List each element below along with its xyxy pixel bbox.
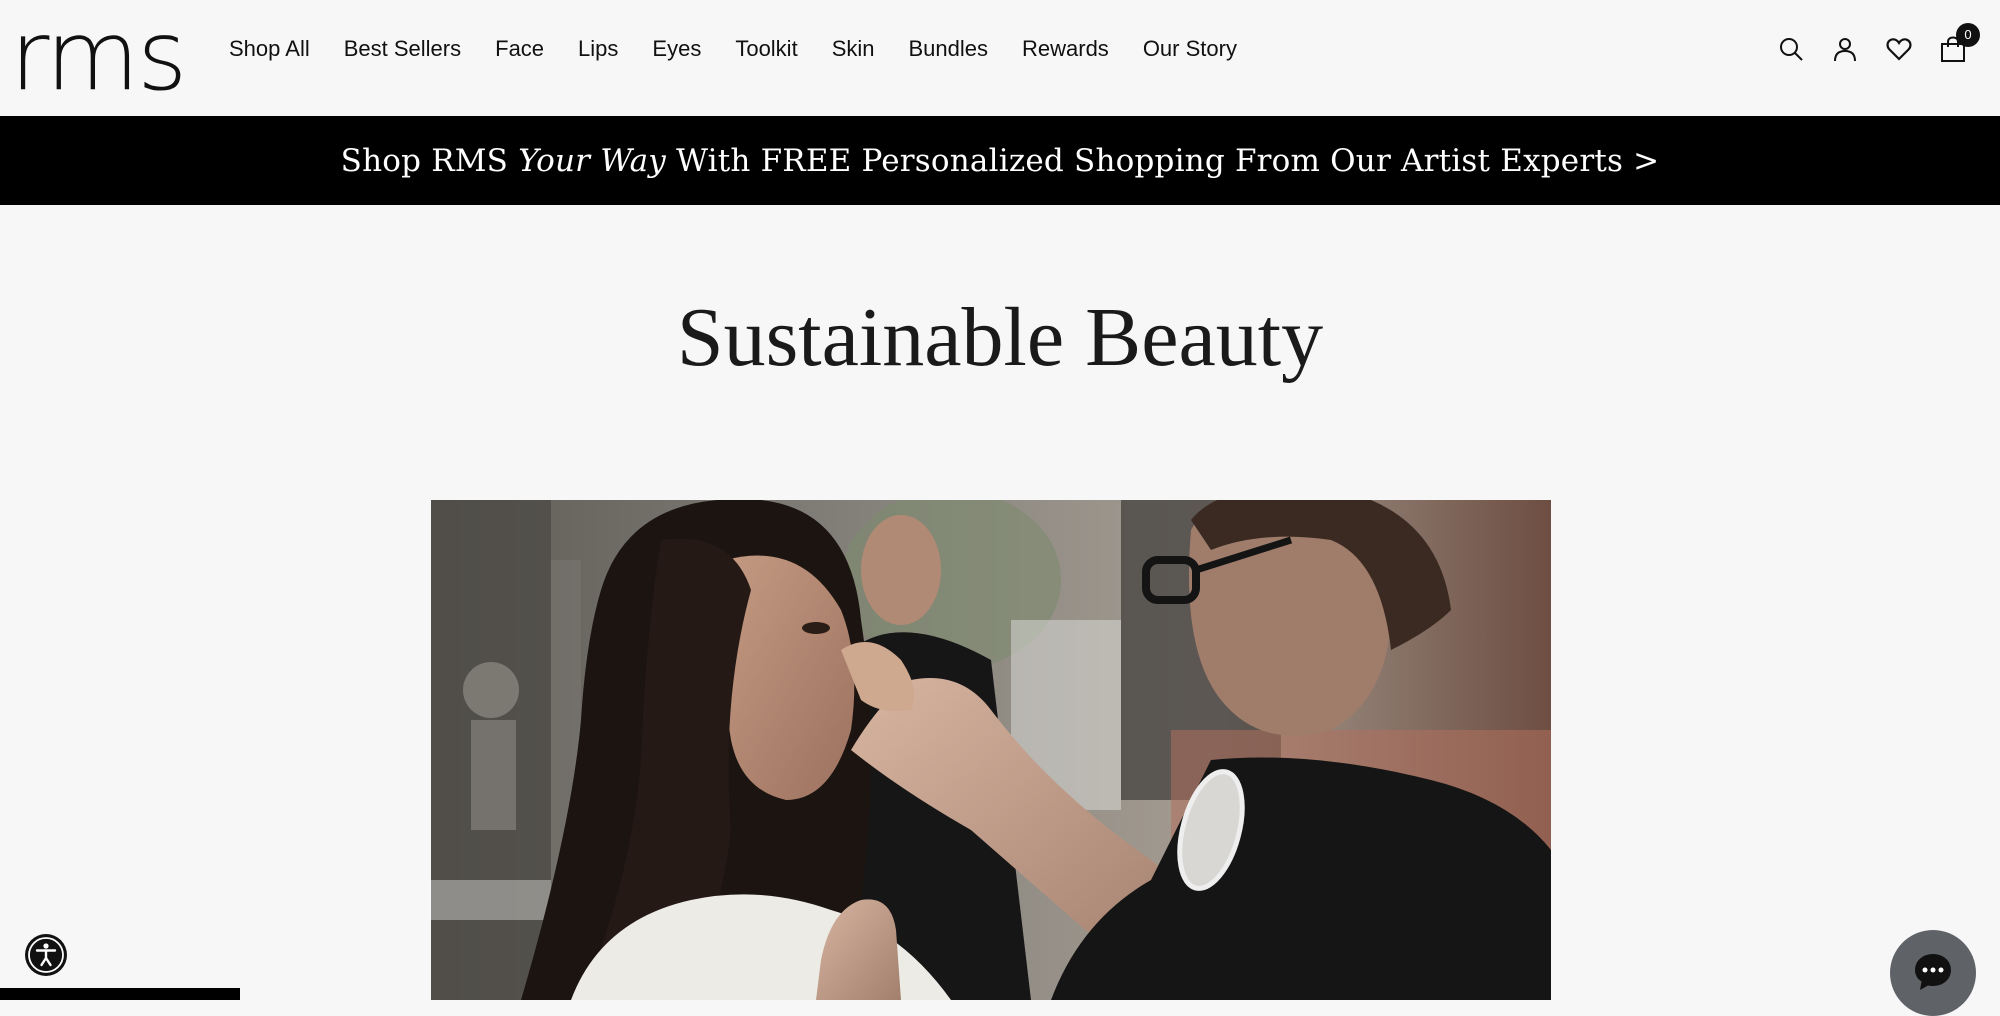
chat-button[interactable] xyxy=(1890,930,1976,1016)
nav-item-eyes[interactable]: Eyes xyxy=(652,36,701,62)
nav-item-our-story[interactable]: Our Story xyxy=(1143,36,1237,62)
main-nav: Shop All Best Sellers Face Lips Eyes Too… xyxy=(229,36,1271,62)
page-title: Sustainable Beauty xyxy=(676,291,1324,384)
bottom-left-bar[interactable] xyxy=(0,988,240,1000)
promo-banner[interactable]: Shop RMS Your Way With FREE Personalized… xyxy=(0,116,2000,205)
nav-item-bundles[interactable]: Bundles xyxy=(908,36,988,62)
accessibility-button[interactable] xyxy=(25,934,67,976)
nav-item-face[interactable]: Face xyxy=(495,36,544,62)
hero-image xyxy=(431,500,1551,1000)
chat-bubble-icon xyxy=(1915,954,1951,990)
banner-text-end: With FREE Personalized Shopping From Our… xyxy=(666,142,1660,179)
account-icon[interactable] xyxy=(1832,36,1858,62)
nav-item-skin[interactable]: Skin xyxy=(832,36,875,62)
nav-item-shop-all[interactable]: Shop All xyxy=(229,36,310,62)
cart-icon[interactable]: 0 xyxy=(1940,23,1980,62)
accessibility-icon xyxy=(28,937,64,973)
site-header: rms Shop All Best Sellers Face Lips Eyes… xyxy=(0,0,2000,116)
wishlist-heart-icon[interactable] xyxy=(1886,36,1912,62)
rms-logo[interactable]: rms xyxy=(10,8,187,104)
nav-item-rewards[interactable]: Rewards xyxy=(1022,36,1109,62)
nav-item-lips[interactable]: Lips xyxy=(578,36,618,62)
nav-item-best-sellers[interactable]: Best Sellers xyxy=(344,36,461,62)
search-icon[interactable] xyxy=(1778,36,1804,62)
banner-text-start: Shop RMS xyxy=(340,142,519,179)
cart-count-badge: 0 xyxy=(1956,23,1980,47)
header-icons: 0 xyxy=(1778,23,1980,62)
banner-text-italic: Your Way xyxy=(518,142,667,179)
nav-item-toolkit[interactable]: Toolkit xyxy=(735,36,797,62)
